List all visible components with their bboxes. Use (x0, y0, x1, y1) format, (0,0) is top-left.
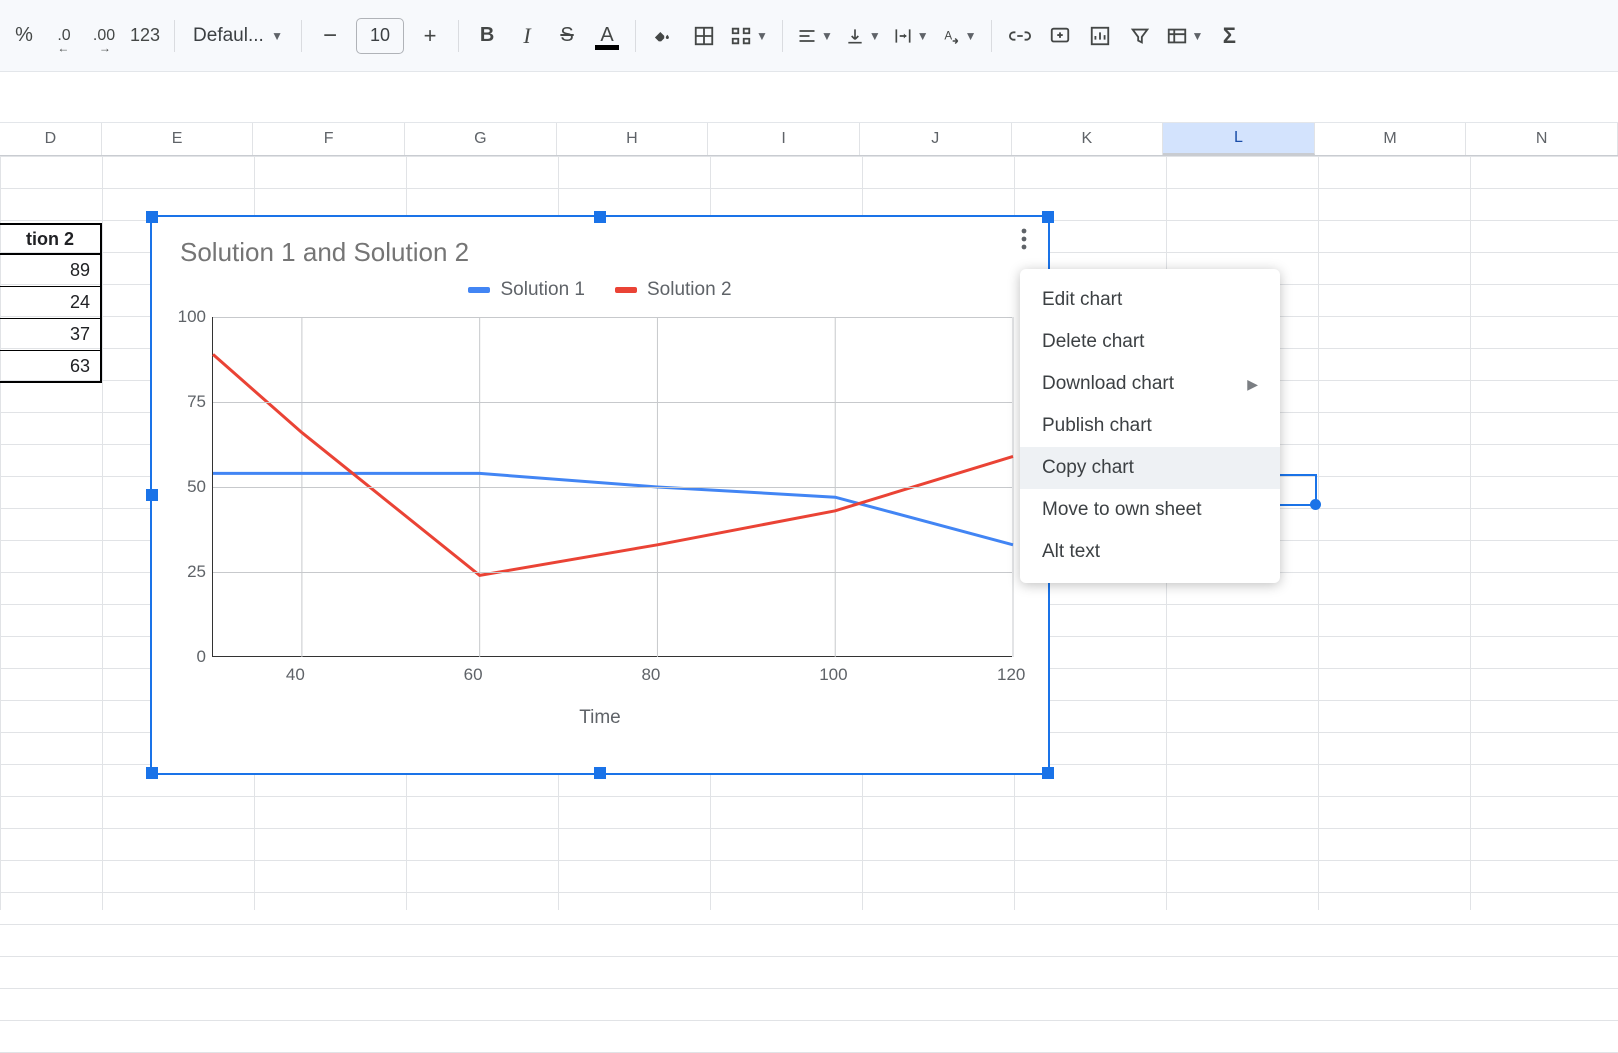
x-tick-label: 80 (641, 665, 660, 685)
chevron-down-icon: ▼ (869, 29, 881, 43)
x-tick-label: 60 (464, 665, 483, 685)
comment-plus-icon (1049, 25, 1071, 47)
chart-container[interactable]: Solution 1 and Solution 2 Solution 1 Sol… (150, 215, 1050, 775)
column-header-d[interactable]: D (0, 123, 102, 155)
align-left-icon (797, 26, 817, 46)
strikethrough-button[interactable]: S (547, 16, 587, 56)
insert-link-button[interactable] (1000, 16, 1040, 56)
chevron-down-icon: ▼ (965, 29, 977, 43)
font-family-select[interactable]: Defaul... ▼ (183, 16, 293, 56)
text-wrap-button[interactable]: ▼ (887, 16, 935, 56)
svg-text:A: A (944, 29, 952, 42)
ctx-item-copy-chart[interactable]: Copy chart (1020, 447, 1280, 489)
legend-swatch (468, 287, 490, 293)
percent-format-button[interactable]: % (4, 16, 44, 56)
functions-button[interactable]: Σ (1209, 16, 1249, 56)
wrap-icon (893, 26, 913, 46)
partial-cell[interactable]: 24 (0, 287, 102, 319)
column-header-m[interactable]: M (1315, 123, 1467, 155)
column-header-h[interactable]: H (557, 123, 709, 155)
chevron-down-icon: ▼ (821, 29, 833, 43)
chevron-down-icon: ▼ (271, 29, 283, 43)
partial-cell[interactable]: 37 (0, 319, 102, 351)
increase-decimal-button[interactable]: .00 → (84, 16, 124, 56)
ctx-item-delete-chart[interactable]: Delete chart (1020, 321, 1280, 363)
font-family-label: Defaul... (193, 25, 264, 47)
text-color-button[interactable]: A (587, 16, 627, 56)
rotate-text-icon: A (941, 26, 961, 46)
y-tick-label: 100 (172, 307, 206, 327)
x-tick-label: 120 (997, 665, 1025, 685)
y-tick-label: 75 (172, 392, 206, 412)
borders-button[interactable] (684, 16, 724, 56)
chart-title: Solution 1 and Solution 2 (180, 237, 469, 268)
partial-column-header[interactable]: tion 2 (0, 223, 102, 255)
borders-icon (693, 25, 715, 47)
column-header-row: DEFGHIJKLMN (0, 122, 1618, 156)
chart-more-options-button[interactable] (1010, 225, 1038, 253)
vertical-align-button[interactable]: ▼ (839, 16, 887, 56)
legend-swatch (615, 287, 637, 293)
column-header-l[interactable]: L (1163, 123, 1315, 155)
y-tick-label: 0 (172, 647, 206, 667)
chevron-down-icon: ▼ (917, 29, 929, 43)
y-tick-label: 25 (172, 562, 206, 582)
chart-legend: Solution 1 Solution 2 (152, 279, 1048, 301)
chevron-down-icon: ▼ (1192, 29, 1204, 43)
horizontal-align-button[interactable]: ▼ (791, 16, 839, 56)
legend-item-solution-2[interactable]: Solution 2 (615, 279, 732, 301)
font-size-input[interactable]: 10 (356, 18, 404, 54)
column-header-g[interactable]: G (405, 123, 557, 155)
chart-icon (1089, 25, 1111, 47)
paint-bucket-icon (651, 25, 673, 47)
ctx-item-move-to-own-sheet[interactable]: Move to own sheet (1020, 489, 1280, 531)
column-header-j[interactable]: J (860, 123, 1012, 155)
decrease-font-size-button[interactable]: − (310, 16, 350, 56)
partial-cell[interactable]: 63 (0, 351, 102, 383)
chevron-right-icon: ▶ (1247, 376, 1258, 393)
legend-item-solution-1[interactable]: Solution 1 (468, 279, 585, 301)
merge-icon (730, 25, 752, 47)
kebab-icon (1021, 228, 1027, 250)
toolbar: % .0 ← .00 → 123 Defaul... ▼ − 10 + B I … (0, 0, 1618, 72)
column-header-n[interactable]: N (1466, 123, 1618, 155)
valign-bottom-icon (845, 26, 865, 46)
filter-button[interactable] (1120, 16, 1160, 56)
insert-comment-button[interactable] (1040, 16, 1080, 56)
series-line (213, 473, 1013, 544)
text-rotation-button[interactable]: A ▼ (935, 16, 983, 56)
column-header-k[interactable]: K (1012, 123, 1164, 155)
column-header-f[interactable]: F (253, 123, 405, 155)
chart-x-axis-label: Time (579, 707, 621, 729)
percent-label: % (15, 24, 33, 47)
fill-color-button[interactable] (644, 16, 684, 56)
italic-button[interactable]: I (507, 16, 547, 56)
ctx-item-download-chart[interactable]: Download chart▶ (1020, 363, 1280, 405)
chart-context-menu: Edit chartDelete chartDownload chart▶Pub… (1020, 269, 1280, 583)
chart-plot-area (212, 317, 1012, 657)
x-tick-label: 40 (286, 665, 305, 685)
increase-font-size-button[interactable]: + (410, 16, 450, 56)
column-header-i[interactable]: I (708, 123, 860, 155)
link-icon (1009, 25, 1031, 47)
ctx-item-alt-text[interactable]: Alt text (1020, 531, 1280, 573)
number-format-button[interactable]: 123 (124, 16, 166, 56)
filter-views-button[interactable]: ▼ (1160, 16, 1210, 56)
table-view-icon (1166, 25, 1188, 47)
series-line (213, 354, 1013, 575)
ctx-item-edit-chart[interactable]: Edit chart (1020, 279, 1280, 321)
ctx-item-publish-chart[interactable]: Publish chart (1020, 405, 1280, 447)
partial-cell[interactable]: 89 (0, 255, 102, 287)
decrease-decimal-button[interactable]: .0 ← (44, 16, 84, 56)
column-header-e[interactable]: E (102, 123, 254, 155)
x-tick-label: 100 (819, 665, 847, 685)
bold-button[interactable]: B (467, 16, 507, 56)
insert-chart-button[interactable] (1080, 16, 1120, 56)
chevron-down-icon: ▼ (756, 29, 768, 43)
y-tick-label: 50 (172, 477, 206, 497)
merge-cells-button[interactable]: ▼ (724, 16, 774, 56)
filter-icon (1129, 25, 1151, 47)
